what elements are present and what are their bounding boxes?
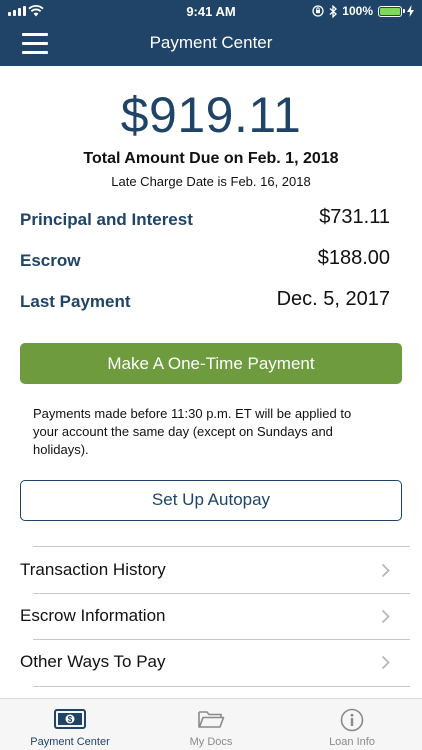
charging-bolt-icon: [407, 5, 414, 17]
detail-row-principal-interest: Principal and Interest $731.11: [20, 206, 390, 236]
tab-loan-info[interactable]: Loan Info: [282, 699, 422, 750]
folder-icon: [198, 711, 225, 728]
list-item-label: Escrow Information: [20, 606, 166, 625]
battery-fill: [380, 7, 400, 15]
setup-autopay-button[interactable]: Set Up Autopay: [20, 480, 402, 521]
tab-payment-center[interactable]: $ Payment Center: [0, 699, 140, 750]
list-item-transaction-history[interactable]: Transaction History: [0, 547, 422, 593]
top-bar: 9:41 AM 100% Payment Center: [0, 0, 422, 66]
chevron-right-icon: [381, 609, 390, 624]
orientation-lock-icon: [312, 5, 324, 17]
info-icon: [340, 708, 364, 732]
detail-value: $731.11: [319, 206, 390, 228]
list-item-escrow-information[interactable]: Escrow Information: [0, 593, 422, 639]
list-item-other-ways-to-pay[interactable]: Other Ways To Pay: [0, 639, 422, 685]
tab-label: My Docs: [189, 736, 233, 748]
late-charge-text: Late Charge Date is Feb. 16, 2018: [111, 174, 311, 189]
detail-label: Last Payment: [20, 292, 131, 311]
battery-percent: 100%: [342, 4, 373, 18]
one-time-payment-button[interactable]: Make A One-Time Payment: [20, 343, 402, 384]
bluetooth-icon: [329, 4, 338, 18]
chevron-right-icon: [381, 655, 390, 670]
payment-cutoff-note: Payments made before 11:30 p.m. ET will …: [33, 406, 352, 457]
page-title: Payment Center: [149, 33, 273, 52]
list-item-label: Transaction History: [20, 560, 166, 579]
tab-label: Loan Info: [329, 736, 375, 748]
detail-value: Dec. 5, 2017: [276, 288, 390, 310]
detail-label: Escrow: [20, 251, 81, 270]
nav-bar: Payment Center: [0, 22, 422, 66]
detail-label: Principal and Interest: [20, 210, 193, 229]
tab-my-docs[interactable]: My Docs: [141, 699, 281, 750]
chevron-right-icon: [381, 563, 390, 578]
amount-due: $919.11: [120, 87, 302, 143]
battery-icon: [378, 5, 405, 17]
tab-label: Payment Center: [30, 736, 110, 748]
tab-bar: $ Payment Center My Docs Loan Info: [0, 698, 422, 750]
due-date-text: Total Amount Due on Feb. 1, 2018: [83, 150, 339, 167]
divider: [33, 686, 410, 687]
list-item-label: Other Ways To Pay: [20, 652, 166, 671]
detail-row-last-payment: Last Payment Dec. 5, 2017: [20, 288, 390, 318]
detail-value: $188.00: [317, 247, 390, 269]
svg-text:$: $: [68, 715, 73, 724]
dollar-bill-icon: $: [54, 709, 86, 729]
status-bar: 9:41 AM 100%: [0, 0, 422, 22]
detail-row-escrow: Escrow $188.00: [20, 247, 390, 277]
